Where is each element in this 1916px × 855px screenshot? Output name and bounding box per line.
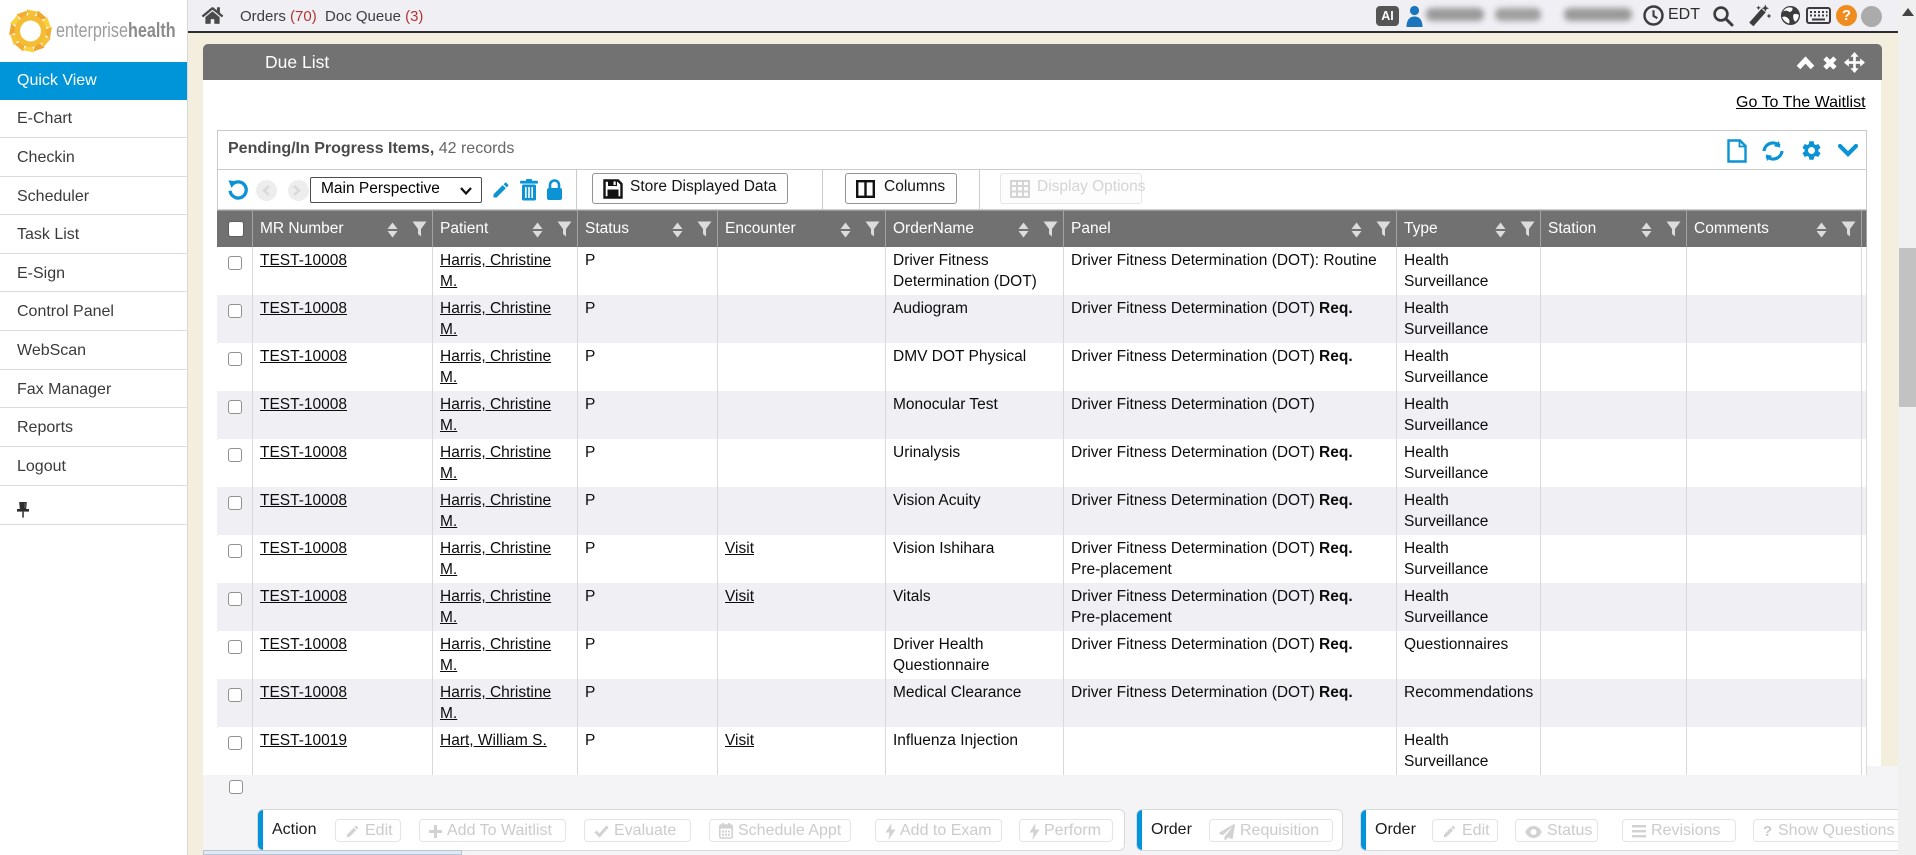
svg-text:enterprisehealth: enterprisehealth xyxy=(56,18,176,41)
